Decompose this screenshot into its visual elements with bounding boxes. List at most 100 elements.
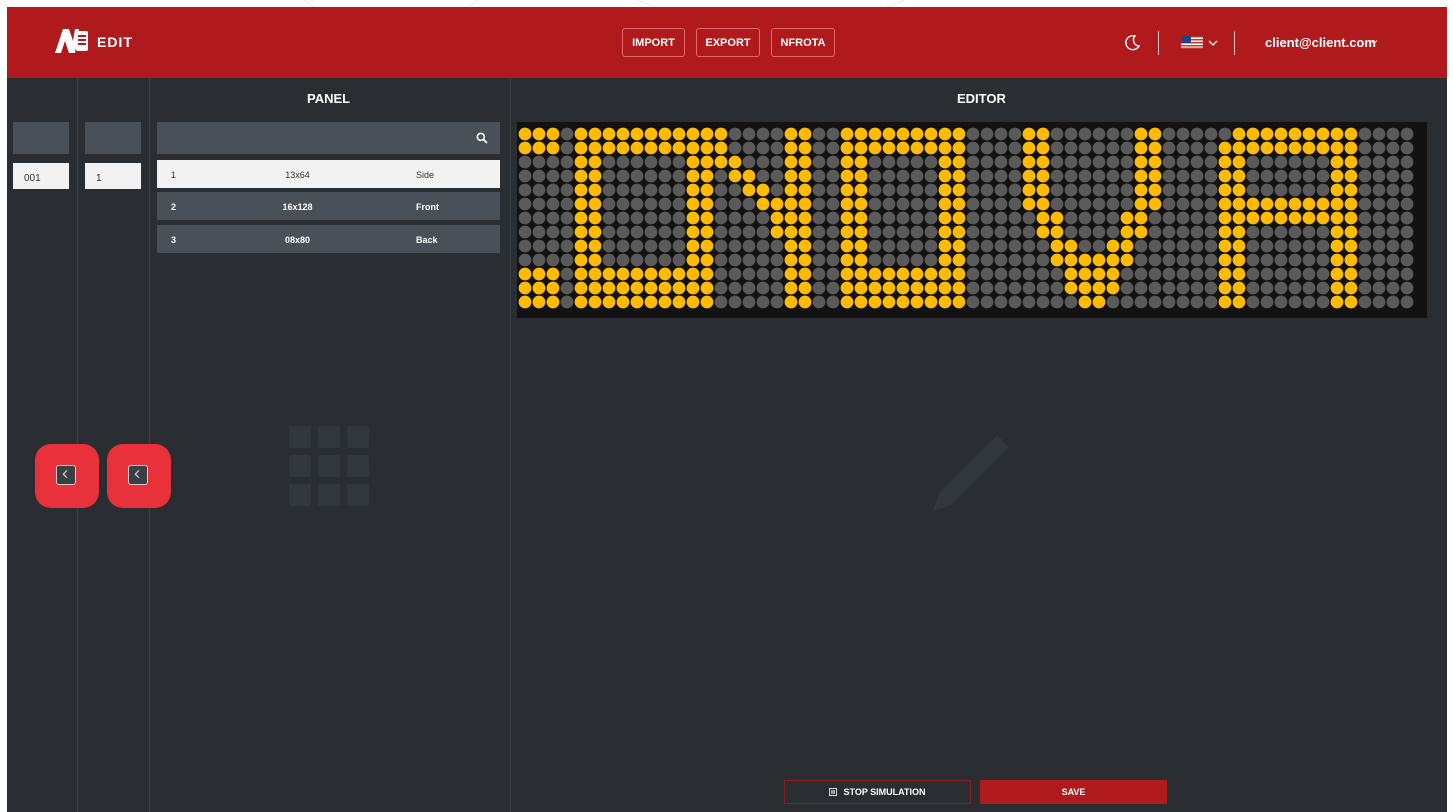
led-pixel[interactable] [1050, 281, 1064, 295]
led-pixel[interactable] [1274, 295, 1288, 309]
led-pixel[interactable] [1358, 295, 1372, 309]
led-pixel[interactable] [1358, 225, 1372, 239]
led-pixel[interactable] [896, 183, 910, 197]
led-pixel[interactable] [1050, 211, 1064, 225]
led-pixel[interactable] [1288, 127, 1302, 141]
led-pixel[interactable] [1288, 253, 1302, 267]
led-pixel[interactable] [644, 183, 658, 197]
led-pixel[interactable] [728, 295, 742, 309]
led-pixel[interactable] [1078, 127, 1092, 141]
led-pixel[interactable] [1190, 267, 1204, 281]
led-pixel[interactable] [868, 183, 882, 197]
chevron-left-icon[interactable] [128, 465, 148, 485]
led-pixel[interactable] [742, 253, 756, 267]
led-pixel[interactable] [1274, 211, 1288, 225]
led-pixel[interactable] [966, 253, 980, 267]
led-pixel[interactable] [1330, 239, 1344, 253]
led-pixel[interactable] [1064, 253, 1078, 267]
chevron-left-icon[interactable] [56, 465, 76, 485]
led-pixel[interactable] [980, 141, 994, 155]
led-pixel[interactable] [1316, 225, 1330, 239]
stop-simulation-button[interactable]: STOP SIMULATION [784, 780, 971, 804]
led-pixel[interactable] [868, 253, 882, 267]
led-pixel[interactable] [714, 225, 728, 239]
led-pixel[interactable] [966, 197, 980, 211]
led-pixel[interactable] [1204, 169, 1218, 183]
led-pixel[interactable] [1246, 239, 1260, 253]
led-pixel[interactable] [1260, 169, 1274, 183]
led-pixel[interactable] [1008, 197, 1022, 211]
led-pixel[interactable] [840, 183, 854, 197]
code-cell[interactable]: 001 [13, 163, 69, 189]
led-pixel[interactable] [826, 295, 840, 309]
led-pixel[interactable] [1316, 239, 1330, 253]
led-pixel[interactable] [532, 295, 546, 309]
led-pixel[interactable] [630, 127, 644, 141]
led-pixel[interactable] [1190, 197, 1204, 211]
led-pixel[interactable] [812, 239, 826, 253]
us-flag-icon[interactable] [1181, 36, 1203, 49]
led-pixel[interactable] [714, 141, 728, 155]
led-pixel[interactable] [658, 239, 672, 253]
led-pixel[interactable] [952, 253, 966, 267]
led-pixel[interactable] [756, 155, 770, 169]
led-pixel[interactable] [1022, 281, 1036, 295]
led-pixel[interactable] [1344, 155, 1358, 169]
led-pixel[interactable] [742, 141, 756, 155]
led-pixel[interactable] [672, 169, 686, 183]
led-pixel[interactable] [686, 183, 700, 197]
led-pixel[interactable] [910, 197, 924, 211]
led-pixel[interactable] [854, 281, 868, 295]
led-pixel[interactable] [1358, 197, 1372, 211]
led-pixel[interactable] [1372, 127, 1386, 141]
led-pixel[interactable] [742, 281, 756, 295]
led-pixel[interactable] [812, 141, 826, 155]
led-pixel[interactable] [1288, 169, 1302, 183]
led-pixel[interactable] [560, 155, 574, 169]
led-pixel[interactable] [630, 169, 644, 183]
led-pixel[interactable] [546, 239, 560, 253]
led-pixel[interactable] [1036, 295, 1050, 309]
led-pixel[interactable] [798, 169, 812, 183]
led-pixel[interactable] [784, 155, 798, 169]
led-pixel[interactable] [868, 155, 882, 169]
led-pixel[interactable] [1274, 127, 1288, 141]
led-pixel[interactable] [980, 281, 994, 295]
led-pixel[interactable] [1036, 225, 1050, 239]
led-pixel[interactable] [882, 295, 896, 309]
led-pixel[interactable] [1064, 169, 1078, 183]
led-pixel[interactable] [1204, 211, 1218, 225]
led-pixel[interactable] [854, 267, 868, 281]
led-pixel[interactable] [672, 281, 686, 295]
led-pixel[interactable] [910, 239, 924, 253]
led-pixel[interactable] [1204, 197, 1218, 211]
led-pixel[interactable] [1162, 295, 1176, 309]
led-pixel[interactable] [602, 141, 616, 155]
led-pixel[interactable] [1008, 127, 1022, 141]
led-pixel[interactable] [770, 281, 784, 295]
led-pixel[interactable] [924, 169, 938, 183]
led-pixel[interactable] [840, 169, 854, 183]
led-pixel[interactable] [1400, 127, 1414, 141]
led-pixel[interactable] [868, 211, 882, 225]
led-pixel[interactable] [1344, 169, 1358, 183]
led-pixel[interactable] [686, 211, 700, 225]
led-pixel[interactable] [1078, 211, 1092, 225]
led-pixel[interactable] [1036, 267, 1050, 281]
led-pixel[interactable] [1134, 127, 1148, 141]
led-pixel[interactable] [910, 253, 924, 267]
export-button[interactable]: EXPORT [696, 28, 760, 57]
led-pixel[interactable] [1148, 253, 1162, 267]
led-pixel[interactable] [1120, 127, 1134, 141]
led-pixel[interactable] [1176, 197, 1190, 211]
led-pixel[interactable] [924, 281, 938, 295]
led-pixel[interactable] [1190, 295, 1204, 309]
led-pixel[interactable] [1246, 197, 1260, 211]
led-pixel[interactable] [1330, 141, 1344, 155]
led-pixel[interactable] [644, 127, 658, 141]
led-pixel[interactable] [630, 239, 644, 253]
led-pixel[interactable] [938, 183, 952, 197]
led-pixel[interactable] [1288, 141, 1302, 155]
led-pixel[interactable] [532, 169, 546, 183]
led-pixel[interactable] [910, 141, 924, 155]
